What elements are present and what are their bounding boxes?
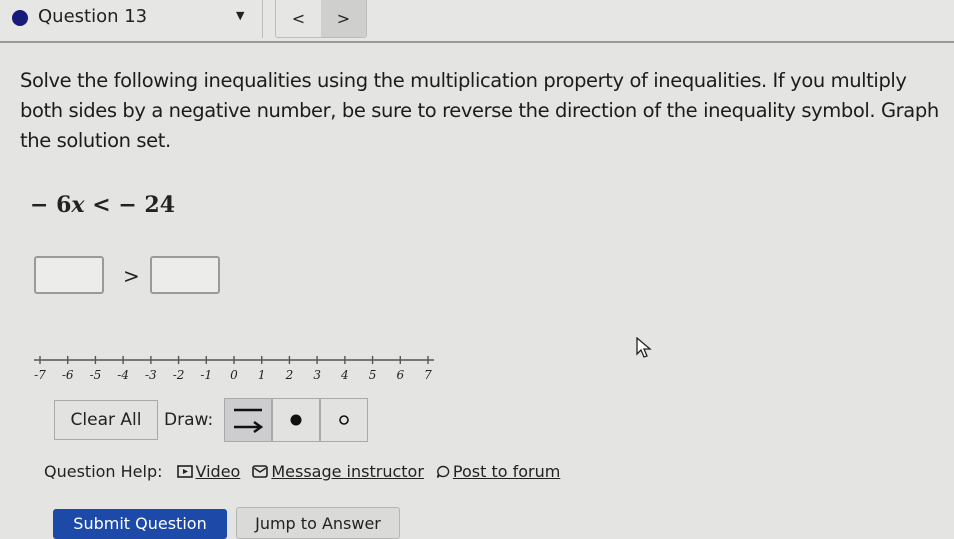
mail-icon xyxy=(252,465,269,478)
number-line-tick-label: 3 xyxy=(313,368,321,382)
question-header: Question 13 ▼ < > xyxy=(0,0,954,43)
submit-question-button[interactable]: Submit Question xyxy=(53,509,227,539)
number-line-tick-label: -7 xyxy=(34,368,46,382)
number-line-tick-label: -6 xyxy=(62,368,74,382)
caret-down-icon[interactable]: ▼ xyxy=(236,9,244,22)
open-dot-icon xyxy=(339,415,349,425)
ray-arrow-icon xyxy=(234,408,264,434)
next-question-button[interactable]: > xyxy=(321,0,366,37)
right-hand-side: − 24 xyxy=(118,192,176,218)
number-line-tick-label: 2 xyxy=(285,368,294,382)
given-inequality: − 6x < − 24 xyxy=(30,192,175,218)
number-line-tick-label: -4 xyxy=(117,368,129,382)
message-instructor-link[interactable]: Message instructor xyxy=(252,462,424,481)
inequality-operator: < xyxy=(92,192,111,218)
divider xyxy=(262,0,263,38)
video-link[interactable]: Video xyxy=(176,462,240,481)
clear-all-button[interactable]: Clear All xyxy=(54,400,158,440)
header-divider xyxy=(0,41,954,43)
prev-question-button[interactable]: < xyxy=(276,0,321,37)
number-line-tick-label: 4 xyxy=(340,368,349,382)
number-line-tick-label: 5 xyxy=(369,368,377,382)
answer-operator: > xyxy=(123,264,140,288)
number-line-tick-label: -3 xyxy=(145,368,157,382)
number-line-svg[interactable]: -7 -6 -5 -4 -3 -2 -1 0 1 2 3 4 5 6 7 xyxy=(30,348,440,388)
mouse-cursor-icon xyxy=(635,336,653,363)
number-line-tick-label: -5 xyxy=(90,368,102,382)
question-nav: < > xyxy=(275,0,367,38)
number-line-graph[interactable]: -7 -6 -5 -4 -3 -2 -1 0 1 2 3 4 5 6 7 xyxy=(30,348,440,388)
question-help: Question Help: Video Message instructor … xyxy=(44,462,572,481)
status-dot-icon xyxy=(12,10,28,26)
jump-to-answer-button[interactable]: Jump to Answer xyxy=(236,507,400,539)
answer-left-input[interactable] xyxy=(34,256,104,294)
open-dot-tool-button[interactable] xyxy=(320,398,368,442)
number-line-tick-label: 0 xyxy=(230,368,238,382)
number-line-tick-label: 7 xyxy=(424,368,432,382)
question-prompt: Solve the following inequalities using t… xyxy=(20,69,939,152)
draw-label: Draw: xyxy=(164,410,214,430)
coefficient: − 6 xyxy=(30,192,72,218)
number-line-tick-label: 6 xyxy=(396,368,404,382)
number-line-tick-label: 1 xyxy=(258,368,266,382)
question-help-label: Question Help: xyxy=(44,462,163,481)
question-title[interactable]: Question 13 xyxy=(38,6,147,27)
post-to-forum-link[interactable]: Post to forum xyxy=(436,462,560,481)
video-icon xyxy=(176,465,193,478)
filled-dot-icon xyxy=(290,414,302,426)
forum-icon xyxy=(436,465,450,479)
ray-tool-button[interactable] xyxy=(224,398,272,442)
number-line-tick-label: -1 xyxy=(200,368,212,382)
closed-dot-tool-button[interactable] xyxy=(272,398,320,442)
answer-right-input[interactable] xyxy=(150,256,220,294)
number-line-tick-label: -2 xyxy=(173,368,185,382)
variable: x xyxy=(71,192,85,218)
